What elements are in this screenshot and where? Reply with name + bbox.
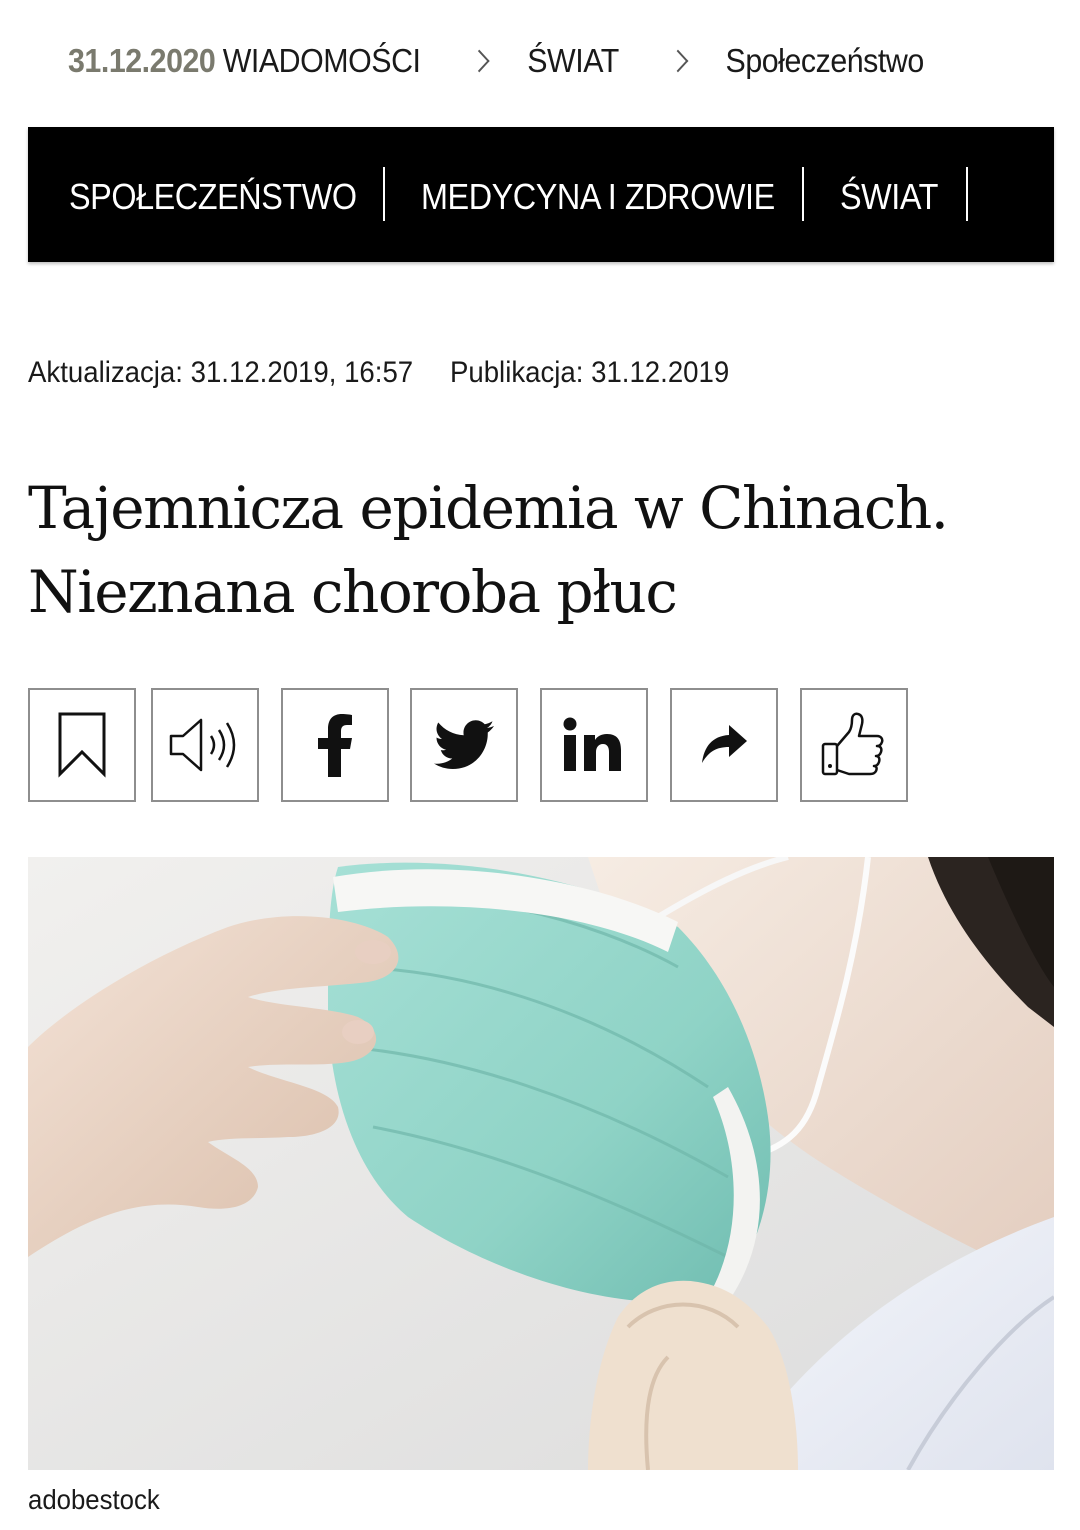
facebook-share-button[interactable] [281, 688, 389, 802]
breadcrumb-section-link[interactable]: WIADOMOŚCI [223, 42, 421, 80]
tab-medycyna-i-zdrowie[interactable]: MEDYCYNA I ZDROWIE [421, 174, 775, 220]
chevron-right-icon [667, 49, 689, 73]
article-title: Tajemnicza epidemia w Chinach. Nieznana … [28, 466, 1038, 634]
twitter-share-button[interactable] [410, 688, 518, 802]
published-date: Publikacja: 31.12.2019 [449, 356, 730, 389]
share-button[interactable] [670, 688, 778, 802]
like-button[interactable] [800, 688, 908, 802]
linkedin-share-button[interactable] [540, 688, 648, 802]
nav-divider [383, 167, 385, 221]
article-title-line-2: Nieznana choroba płuc [28, 558, 678, 626]
breadcrumb: 31.12.2020 WIADOMOŚCI ŚWIAT Społeczeństw… [68, 38, 951, 84]
thumbs-up-icon [821, 712, 884, 776]
speaker-icon [169, 718, 236, 772]
twitter-icon [434, 720, 494, 769]
share-arrow-icon [702, 725, 747, 763]
facebook-icon [318, 714, 352, 777]
listen-button[interactable] [151, 688, 259, 802]
article-title-line-1: Tajemnicza epidemia w Chinach. [28, 474, 949, 542]
photo-caption: adobestock [28, 1484, 160, 1515]
category-navbar: SPOŁECZEŃSTWO MEDYCYNA I ZDROWIE ŚWIAT [28, 127, 1054, 262]
breadcrumb-date: 31.12.2020 [68, 42, 216, 79]
breadcrumb-society-link[interactable]: Społeczeństwo [726, 42, 925, 80]
updated-date: Aktualizacja: 31.12.2019, 16:57 [28, 356, 414, 389]
article-photo [28, 857, 1054, 1470]
nav-divider [802, 167, 804, 221]
bookmark-button[interactable] [28, 688, 136, 802]
tab-spoleczenstwo[interactable]: SPOŁECZEŃSTWO [69, 174, 357, 220]
nav-divider [966, 167, 968, 221]
linkedin-icon [563, 717, 621, 771]
breadcrumb-world-link[interactable]: ŚWIAT [527, 42, 619, 80]
mask-photo-illustration [28, 857, 1054, 1470]
article-meta: Aktualizacja: 31.12.2019, 16:57 Publikacj… [28, 356, 729, 390]
bookmark-icon [58, 712, 106, 778]
tab-swiat[interactable]: ŚWIAT [840, 174, 938, 220]
chevron-right-icon [468, 49, 490, 73]
